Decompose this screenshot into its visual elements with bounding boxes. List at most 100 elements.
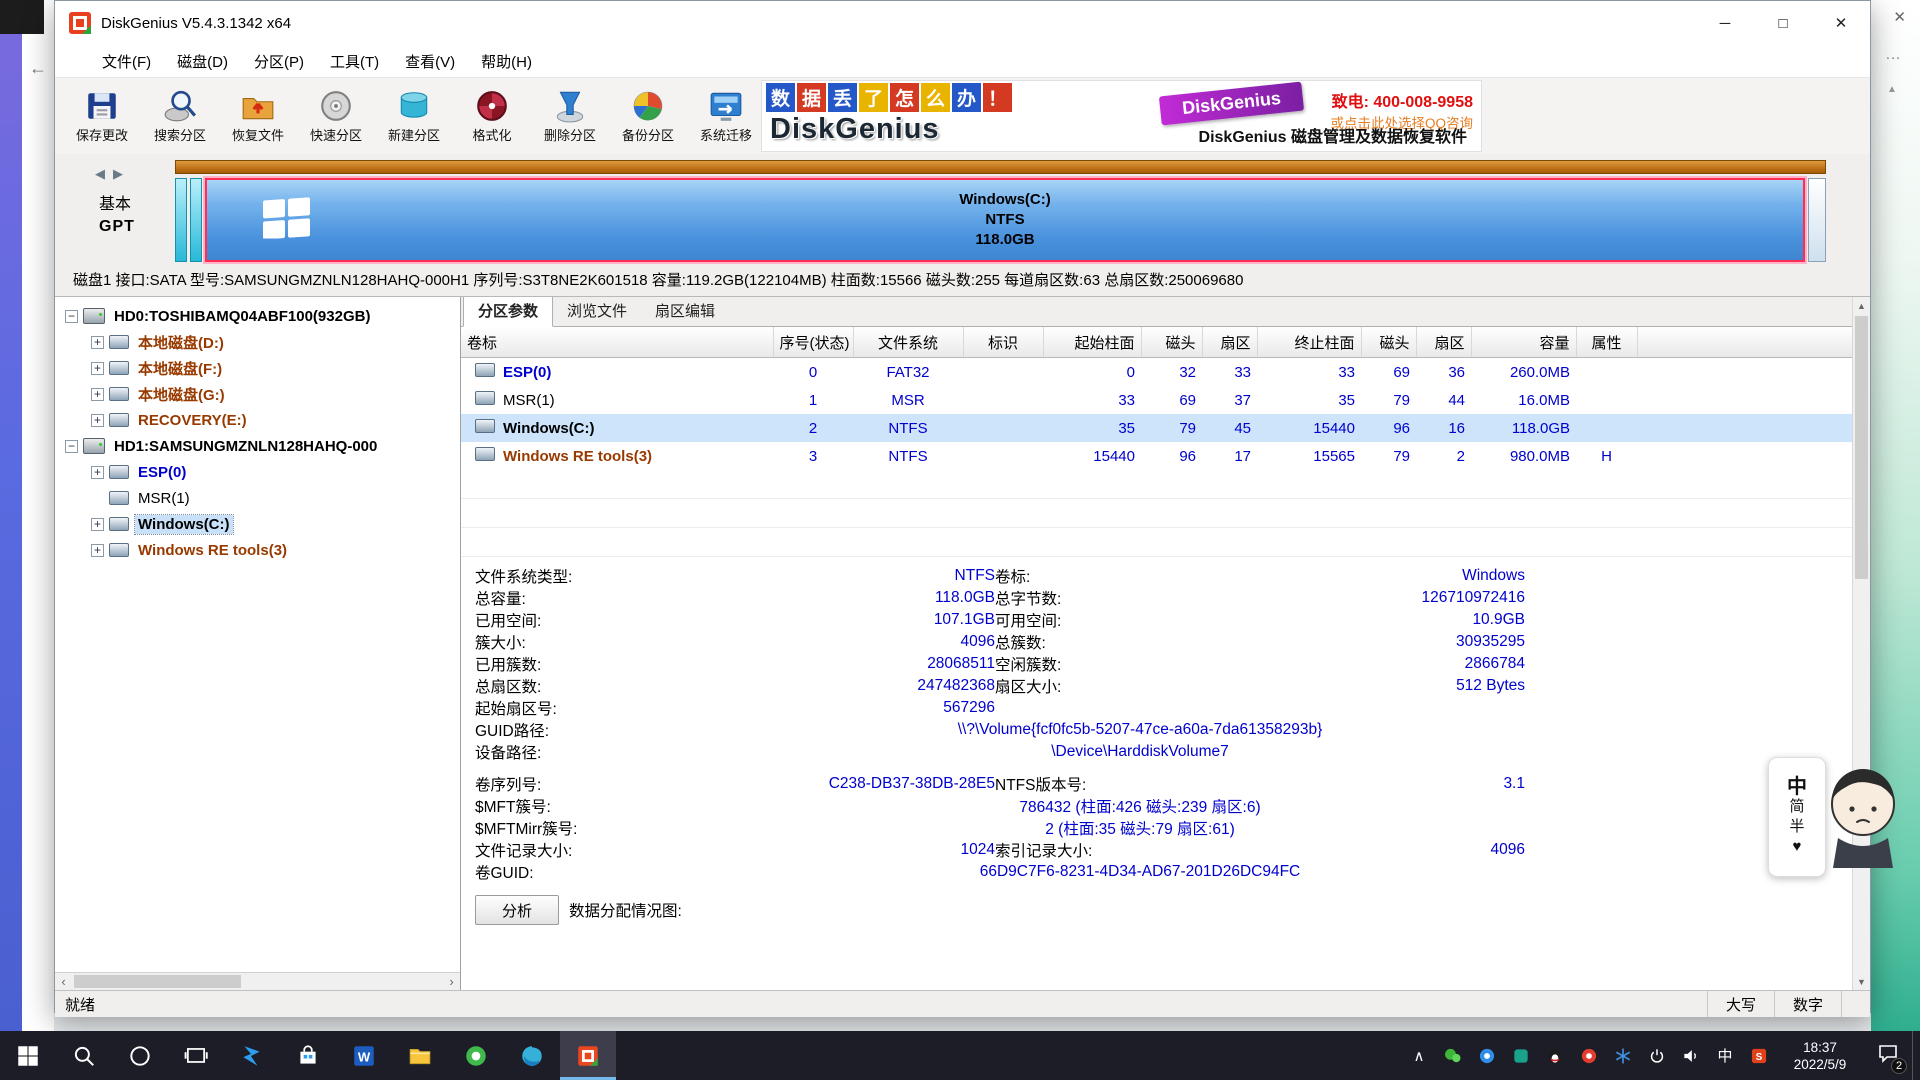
- tray-volume[interactable]: [1674, 1031, 1708, 1080]
- app-store[interactable]: [280, 1031, 336, 1080]
- format-button[interactable]: 格式化: [453, 81, 531, 151]
- windows-partition-block[interactable]: Windows(C:) NTFS 118.0GB: [205, 178, 1805, 262]
- esp-partition-block[interactable]: [175, 178, 187, 262]
- analyze-button[interactable]: 分析: [475, 895, 559, 925]
- column-header-11[interactable]: 属性: [1576, 327, 1637, 358]
- column-header-10[interactable]: 容量: [1471, 327, 1576, 358]
- minimize-button[interactable]: ─: [1696, 1, 1754, 45]
- tree-item-2[interactable]: +本地磁盘(F:): [55, 355, 460, 381]
- scroll-down-arrow[interactable]: ▼: [1853, 973, 1870, 990]
- app-360-browser[interactable]: [448, 1031, 504, 1080]
- back-arrow-icon[interactable]: ←: [29, 58, 54, 79]
- column-header-2[interactable]: 文件系统: [853, 327, 963, 358]
- expand-toggle-icon[interactable]: +: [91, 388, 104, 401]
- tree-item-5[interactable]: −HD1:SAMSUNGMZNLN128HAHQ-000: [55, 433, 460, 459]
- menu-tools[interactable]: 工具(T): [317, 51, 392, 72]
- ad-banner[interactable]: 数据丢了怎么办！ DiskGenius DiskGenius 致电: 400-0…: [761, 80, 1482, 152]
- next-disk-arrow[interactable]: ▶: [113, 166, 131, 181]
- partition-row-1[interactable]: MSR(1)1MSR33693735794416.0MB: [461, 386, 1852, 414]
- hidden-icons-button[interactable]: ∧: [1402, 1031, 1436, 1080]
- migrate-system-button[interactable]: 系统迁移: [687, 81, 765, 151]
- save-button[interactable]: 保存更改: [63, 81, 141, 151]
- maximize-button[interactable]: □: [1754, 1, 1812, 45]
- app-file-explorer[interactable]: [392, 1031, 448, 1080]
- tab-browse-files[interactable]: 浏览文件: [553, 297, 641, 326]
- prev-disk-arrow[interactable]: ◀: [95, 166, 113, 181]
- column-header-8[interactable]: 磁头: [1361, 327, 1416, 358]
- tray-360[interactable]: [1606, 1031, 1640, 1080]
- app-edge[interactable]: [504, 1031, 560, 1080]
- recover-files-button[interactable]: 恢复文件: [219, 81, 297, 151]
- delete-partition-button[interactable]: 删除分区: [531, 81, 609, 151]
- tree-horizontal-scrollbar[interactable]: ‹ ›: [55, 972, 460, 990]
- column-header-7[interactable]: 终止柱面: [1257, 327, 1361, 358]
- tray-qq[interactable]: [1538, 1031, 1572, 1080]
- menu-file[interactable]: 文件(F): [89, 51, 164, 72]
- column-header-6[interactable]: 扇区: [1202, 327, 1257, 358]
- app-word[interactable]: W: [336, 1031, 392, 1080]
- app-thunder[interactable]: [224, 1031, 280, 1080]
- background-more-icon[interactable]: …: [1885, 46, 1901, 64]
- tray-sogou[interactable]: S: [1742, 1031, 1776, 1080]
- cortana-button[interactable]: [112, 1031, 168, 1080]
- tree-item-1[interactable]: +本地磁盘(D:): [55, 329, 460, 355]
- show-desktop-button[interactable]: [1912, 1031, 1920, 1080]
- close-button[interactable]: ✕: [1812, 1, 1870, 45]
- tree-item-9[interactable]: +Windows RE tools(3): [55, 537, 460, 563]
- column-header-4[interactable]: 起始柱面: [1043, 327, 1141, 358]
- tray-ime[interactable]: 中: [1708, 1031, 1742, 1080]
- scrollbar-thumb[interactable]: [74, 975, 241, 988]
- tree-item-4[interactable]: +RECOVERY(E:): [55, 407, 460, 433]
- tab-partition-params[interactable]: 分区参数: [463, 297, 553, 327]
- tray-app-blue[interactable]: [1470, 1031, 1504, 1080]
- tray-app-red[interactable]: [1572, 1031, 1606, 1080]
- expand-toggle-icon[interactable]: +: [91, 362, 104, 375]
- scroll-up-arrow[interactable]: ▲: [1853, 297, 1870, 314]
- column-header-1[interactable]: 序号(状态): [773, 327, 853, 358]
- search-partition-button[interactable]: 搜索分区: [141, 81, 219, 151]
- search-button[interactable]: [56, 1031, 112, 1080]
- re-partition-block[interactable]: [1808, 178, 1826, 262]
- tray-app-teal[interactable]: [1504, 1031, 1538, 1080]
- scroll-right-arrow[interactable]: ›: [443, 973, 460, 990]
- expand-toggle-icon[interactable]: +: [91, 544, 104, 557]
- app-diskgenius[interactable]: [560, 1031, 616, 1080]
- menu-partition[interactable]: 分区(P): [241, 51, 317, 72]
- menu-view[interactable]: 查看(V): [392, 51, 468, 72]
- backup-partition-button[interactable]: 备份分区: [609, 81, 687, 151]
- taskbar-clock[interactable]: 18:37 2022/5/9: [1776, 1031, 1864, 1080]
- new-partition-button[interactable]: 新建分区: [375, 81, 453, 151]
- expand-toggle-icon[interactable]: +: [91, 518, 104, 531]
- partition-row-3[interactable]: Windows RE tools(3)3NTFS1544096171556579…: [461, 442, 1852, 470]
- scrollbar-thumb[interactable]: [1855, 316, 1868, 579]
- partition-row-2[interactable]: Windows(C:)2NTFS357945154409616118.0GB: [461, 414, 1852, 442]
- column-header-9[interactable]: 扇区: [1416, 327, 1471, 358]
- detail-vertical-scrollbar[interactable]: ▲ ▼: [1852, 297, 1870, 990]
- column-header-5[interactable]: 磁头: [1141, 327, 1202, 358]
- task-view-button[interactable]: [168, 1031, 224, 1080]
- quick-partition-button[interactable]: 快速分区: [297, 81, 375, 151]
- expand-toggle-icon[interactable]: +: [91, 336, 104, 349]
- expand-toggle-icon[interactable]: +: [91, 466, 104, 479]
- background-scroll-up-icon[interactable]: ▲: [1887, 84, 1897, 95]
- menu-help[interactable]: 帮助(H): [468, 51, 545, 72]
- tree-item-0[interactable]: −HD0:TOSHIBAMQ04ABF100(932GB): [55, 303, 460, 329]
- start-button[interactable]: [0, 1031, 56, 1080]
- ime-status-widget[interactable]: 中简半♥: [1768, 757, 1826, 877]
- menu-disk[interactable]: 磁盘(D): [164, 51, 241, 72]
- action-center-button[interactable]: 2: [1864, 1031, 1912, 1080]
- tree-item-3[interactable]: +本地磁盘(G:): [55, 381, 460, 407]
- tray-wechat[interactable]: [1436, 1031, 1470, 1080]
- tree-item-6[interactable]: +ESP(0): [55, 459, 460, 485]
- collapse-toggle-icon[interactable]: −: [65, 310, 78, 323]
- scroll-left-arrow[interactable]: ‹: [55, 973, 72, 990]
- column-header-3[interactable]: 标识: [963, 327, 1043, 358]
- background-close-icon[interactable]: ✕: [1893, 8, 1906, 26]
- partition-row-0[interactable]: ESP(0)0FAT3203233336936260.0MB: [461, 358, 1852, 387]
- collapse-toggle-icon[interactable]: −: [65, 440, 78, 453]
- expand-toggle-icon[interactable]: +: [91, 414, 104, 427]
- tree-item-8[interactable]: +Windows(C:): [55, 511, 460, 537]
- column-header-0[interactable]: 卷标: [461, 327, 773, 358]
- tab-sector-edit[interactable]: 扇区编辑: [641, 297, 729, 326]
- msr-partition-block[interactable]: [190, 178, 202, 262]
